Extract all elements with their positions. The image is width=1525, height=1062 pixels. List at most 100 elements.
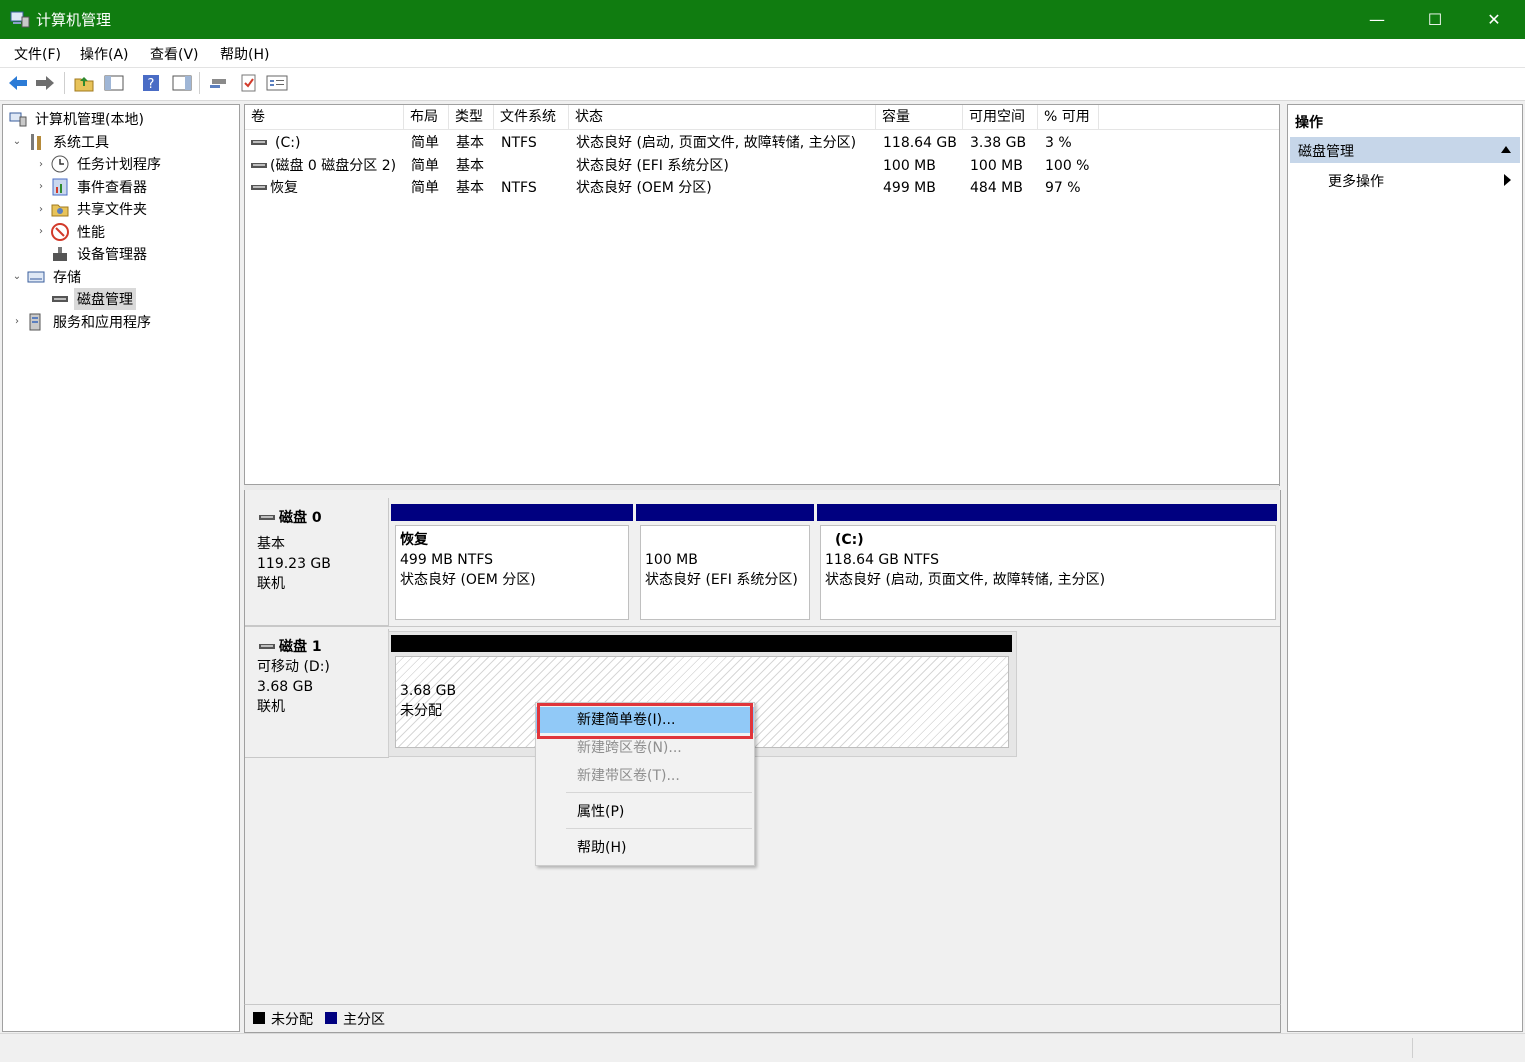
table-cell: 100 MB	[883, 157, 936, 174]
help-icon[interactable]: ?	[139, 71, 163, 95]
disk-1-label[interactable]: 磁盘 1 可移动 (D:) 3.68 GB 联机	[245, 629, 389, 758]
partition-status: 状态良好 (EFI 系统分区)	[645, 572, 798, 588]
table-row[interactable]: (磁盘 0 磁盘分区 2) 简单 基本 状态良好 (EFI 系统分区) 100 MB 10…	[245, 155, 1279, 177]
event-viewer-icon	[52, 178, 68, 195]
table-cell: 状态良好 (EFI 系统分区)	[576, 157, 729, 174]
navigation-tree: 计算机管理(本地) ⌄ 系统工具 › 任务计划程序 › 事件查看器 › 共享文件夹 › 性能 设备管…	[2, 104, 240, 1032]
column-header-filesystem[interactable]: 文件系统	[494, 105, 569, 129]
menu-help[interactable]: 帮助(H)	[220, 44, 269, 64]
performance-icon	[51, 222, 69, 241]
disk-0-label[interactable]: 磁盘 0 基本 119.23 GB 联机	[245, 498, 389, 626]
connect-icon[interactable]	[207, 71, 231, 95]
title-bar: 计算机管理 — ☐ ✕	[0, 0, 1525, 39]
column-header-percent-free[interactable]: % 可用	[1038, 105, 1099, 129]
partition-size: 118.64 GB NTFS	[825, 552, 940, 568]
column-header-type[interactable]: 类型	[449, 105, 494, 129]
tree-item-3[interactable]: › 共享文件夹	[35, 198, 150, 220]
computer-management-icon	[10, 11, 30, 28]
folder-up-icon[interactable]	[72, 71, 96, 95]
column-header-free-space[interactable]: 可用空间	[963, 105, 1038, 129]
tree-item-7[interactable]: 磁盘管理	[35, 288, 136, 310]
column-header-layout[interactable]: 布局	[404, 105, 449, 129]
menu-item-help[interactable]: 帮助(H)	[536, 835, 754, 861]
actions-more-operations[interactable]: 更多操作	[1290, 167, 1520, 193]
partition-efi[interactable]: 100 MB 状态良好 (EFI 系统分区)	[636, 504, 814, 620]
disk-0-size: 119.23 GB	[257, 556, 331, 572]
table-cell: 基本	[456, 180, 484, 196]
actions-section-disk-management[interactable]: 磁盘管理	[1290, 137, 1520, 163]
collapse-up-icon[interactable]	[1501, 146, 1511, 153]
table-cell: (C:)	[275, 135, 301, 151]
partition-bar	[391, 504, 633, 521]
table-row[interactable]: (C:) 简单 基本 NTFS 状态良好 (启动, 页面文件, 故障转储, 主分区) 11…	[245, 132, 1279, 154]
window-title: 计算机管理	[36, 11, 112, 29]
table-cell: (磁盘 0 磁盘分区 2)	[270, 157, 397, 174]
forward-icon[interactable]	[33, 71, 57, 95]
menu-view[interactable]: 查看(V)	[150, 44, 199, 64]
disk-1-status: 联机	[257, 699, 285, 715]
table-cell: 基本	[456, 157, 484, 174]
partition-recovery[interactable]: 恢复 499 MB NTFS 状态良好 (OEM 分区)	[391, 504, 633, 620]
legend-swatch-unallocated	[253, 1012, 265, 1024]
menu-item-new-striped-volume[interactable]: 新建带区卷(T)...	[536, 763, 754, 789]
actions-header: 操作	[1288, 105, 1522, 133]
volume-icon	[251, 185, 267, 190]
tree-item-label: 事件查看器	[77, 179, 147, 196]
properties-icon[interactable]	[265, 71, 289, 95]
status-bar-divider	[1412, 1038, 1413, 1058]
tree-item-8[interactable]: › 服务和应用程序	[11, 311, 154, 333]
device-manager-icon	[53, 247, 67, 261]
tree-item-5[interactable]: 设备管理器	[35, 243, 150, 265]
partition-name: (C:)	[835, 532, 864, 548]
legend-label-unallocated: 未分配	[271, 1012, 313, 1028]
tree-item-label: 服务和应用程序	[53, 314, 151, 331]
tree-item-6[interactable]: ⌄ 存储	[11, 266, 84, 288]
show-action-pane-icon[interactable]	[170, 71, 194, 95]
partition-name: 恢复	[400, 532, 428, 548]
partition-size: 499 MB NTFS	[400, 552, 494, 568]
highlight-callout-box	[537, 703, 753, 739]
actions-section-label: 磁盘管理	[1298, 144, 1354, 160]
shared-folder-icon	[51, 204, 69, 217]
table-cell: 基本	[456, 135, 484, 151]
disk-0-name: 磁盘 0	[279, 510, 322, 526]
disk-icon	[259, 515, 275, 520]
checklist-icon[interactable]	[237, 71, 261, 95]
partition-c[interactable]: (C:) 118.64 GB NTFS 状态良好 (启动, 页面文件, 故障转储…	[817, 504, 1277, 620]
tree-item-2[interactable]: › 事件查看器	[35, 176, 150, 198]
column-header-volume[interactable]: 卷	[245, 105, 404, 129]
expand-right-icon[interactable]: ›	[35, 159, 47, 170]
storage-icon	[27, 271, 45, 282]
expand-right-icon[interactable]: ›	[35, 181, 47, 192]
menu-separator	[566, 828, 752, 829]
expand-right-icon[interactable]: ›	[11, 316, 23, 327]
menu-file[interactable]: 文件(F)	[14, 44, 61, 64]
minimize-button[interactable]: —	[1348, 0, 1406, 39]
expand-right-icon[interactable]: ›	[35, 204, 47, 215]
expand-down-icon[interactable]: ⌄	[11, 271, 23, 282]
tree-item-0[interactable]: ⌄ 系统工具	[11, 131, 112, 153]
show-hide-tree-icon[interactable]	[102, 71, 126, 95]
expand-right-icon[interactable]: ›	[35, 226, 47, 237]
table-cell: 状态良好 (OEM 分区)	[576, 180, 712, 196]
tree-item-4[interactable]: › 性能	[35, 221, 108, 243]
table-cell: NTFS	[501, 180, 537, 196]
table-row[interactable]: 恢复 简单 基本 NTFS 状态良好 (OEM 分区) 499 MB 484 MB 97 %	[245, 177, 1279, 199]
tree-item-1[interactable]: › 任务计划程序	[35, 153, 164, 175]
close-button[interactable]: ✕	[1465, 0, 1523, 39]
back-icon[interactable]	[6, 71, 30, 95]
menu-item-properties[interactable]: 属性(P)	[536, 799, 754, 825]
expand-down-icon[interactable]: ⌄	[11, 136, 23, 147]
column-header-status[interactable]: 状态	[569, 105, 876, 129]
column-header-capacity[interactable]: 容量	[876, 105, 963, 129]
menu-action[interactable]: 操作(A)	[80, 44, 129, 64]
table-cell: 恢复	[270, 180, 298, 196]
submenu-arrow-icon	[1504, 174, 1511, 186]
maximize-button[interactable]: ☐	[1406, 0, 1464, 39]
clock-icon	[51, 155, 69, 173]
svg-text:?: ?	[148, 77, 155, 92]
tree-item-root[interactable]: 计算机管理(本地)	[5, 108, 147, 130]
actions-header-label: 操作	[1295, 115, 1323, 131]
tree-item-label: 计算机管理(本地)	[35, 112, 144, 128]
tree-item-label: 磁盘管理	[74, 288, 136, 310]
